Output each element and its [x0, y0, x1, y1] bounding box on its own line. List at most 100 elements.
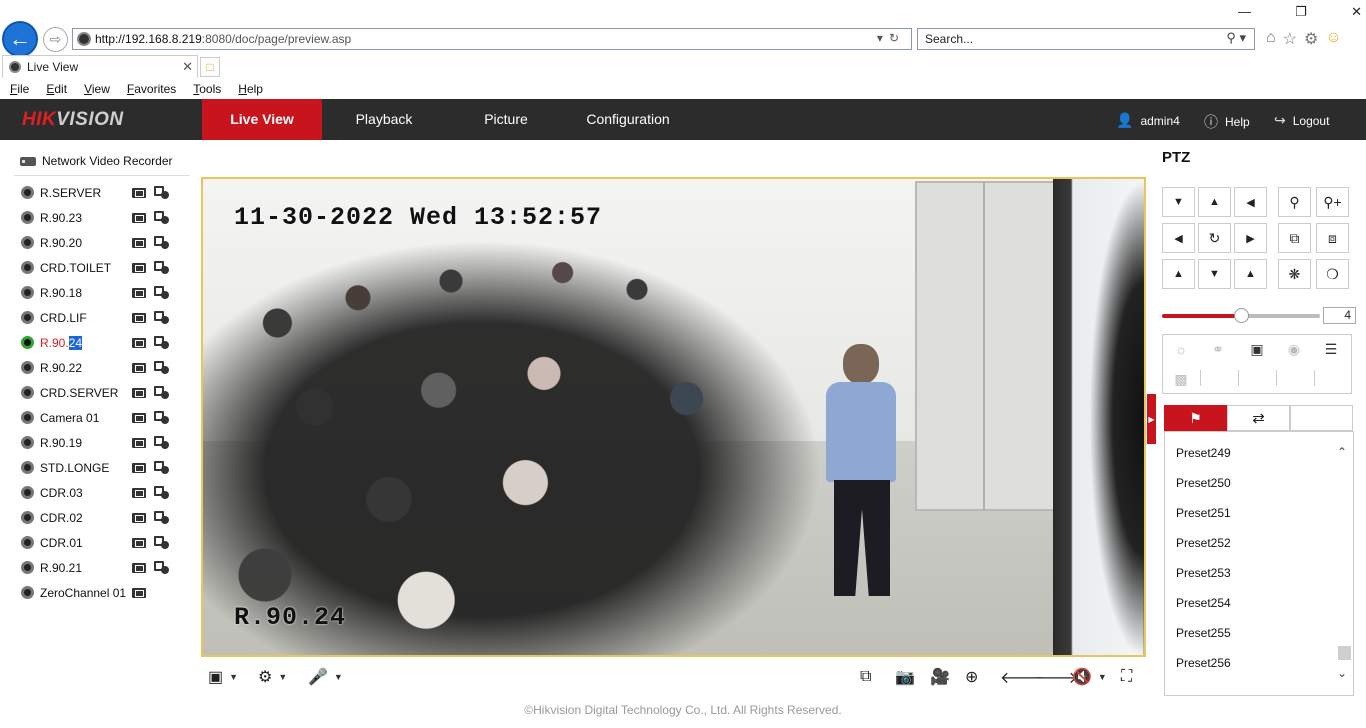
record-channel-icon[interactable]: [132, 212, 146, 223]
stop-all-button[interactable]: ⧉: [860, 667, 871, 687]
preset-item[interactable]: Preset254: [1176, 596, 1231, 610]
stream-settings-icon[interactable]: [154, 235, 170, 250]
camera-row[interactable]: Camera 01: [21, 405, 191, 430]
record-channel-icon[interactable]: [132, 587, 146, 598]
camera-row[interactable]: STD.LONGE: [21, 455, 191, 480]
ptz-up-right-button[interactable]: ◀: [1234, 187, 1267, 217]
record-channel-icon[interactable]: [132, 362, 146, 373]
forward-button[interactable]: ⇨: [43, 27, 68, 52]
camera-row[interactable]: CRD.LIF: [21, 305, 191, 330]
iris-close-button[interactable]: ❍: [1316, 259, 1349, 289]
stream-settings-icon[interactable]: [154, 360, 170, 375]
menu-icon[interactable]: ☰: [1320, 341, 1342, 357]
ptz-left-button[interactable]: ◀: [1162, 223, 1195, 253]
favorites-star-icon[interactable]: ☆: [1283, 29, 1297, 49]
stream-settings-icon[interactable]: [154, 535, 170, 550]
preset-item[interactable]: Preset256: [1176, 656, 1231, 670]
tab-preset[interactable]: ⚑: [1164, 405, 1227, 431]
wiper-icon[interactable]: ⚭: [1207, 341, 1229, 357]
record-channel-icon[interactable]: [132, 487, 146, 498]
minimize-icon[interactable]: —: [1238, 4, 1251, 20]
new-tab-button[interactable]: □: [200, 57, 220, 77]
settings-gear-icon[interactable]: ⚙: [1304, 29, 1318, 49]
menu-view[interactable]: View: [84, 82, 110, 96]
camera-row[interactable]: ZeroChannel 01: [21, 580, 191, 605]
stream-settings-icon[interactable]: [154, 335, 170, 350]
preset-scrollbar-thumb[interactable]: [1338, 646, 1351, 660]
ptz-down-left-button[interactable]: ▲: [1162, 259, 1195, 289]
refresh-icon[interactable]: ▾↻: [877, 31, 905, 45]
menu-tools[interactable]: Tools: [193, 82, 221, 96]
user-menu[interactable]: 👤 admin4: [1116, 112, 1180, 129]
record-channel-icon[interactable]: [132, 262, 146, 273]
camera-row[interactable]: R.90.22: [21, 355, 191, 380]
record-channel-icon[interactable]: [132, 412, 146, 423]
camera-row[interactable]: CDR.03: [21, 480, 191, 505]
preset-item[interactable]: Preset253: [1176, 566, 1231, 580]
camera-row[interactable]: R.90.19: [21, 430, 191, 455]
stream-settings-icon[interactable]: [154, 560, 170, 575]
record-channel-icon[interactable]: [132, 562, 146, 573]
volume-button[interactable]: 🔇 ▼: [1072, 667, 1107, 687]
record-channel-icon[interactable]: [132, 312, 146, 323]
ptz-down-right-button[interactable]: ▲: [1234, 259, 1267, 289]
scroll-up-icon[interactable]: ⌃: [1337, 445, 1347, 459]
speed-value-input[interactable]: 4: [1323, 307, 1356, 324]
stream-settings-icon[interactable]: [154, 435, 170, 450]
camera-row[interactable]: R.90.23: [21, 205, 191, 230]
search-icon[interactable]: ⚲ ▾: [1226, 30, 1246, 46]
stream-settings-icon[interactable]: [154, 510, 170, 525]
stream-settings-icon[interactable]: [154, 485, 170, 500]
menu-help[interactable]: Help: [238, 82, 263, 96]
zoom-in-button[interactable]: ⚲+: [1316, 187, 1349, 217]
ptz-up-left-button[interactable]: ▼: [1162, 187, 1195, 217]
stream-settings-icon[interactable]: [154, 410, 170, 425]
restore-icon[interactable]: ❐: [1295, 4, 1307, 20]
panel-collapse-toggle[interactable]: ▶: [1147, 394, 1156, 444]
auxiliary-focus-icon[interactable]: ▣: [1246, 341, 1268, 357]
tab-pattern[interactable]: [1290, 405, 1353, 431]
window-layout-button[interactable]: ▣ ▼: [208, 667, 238, 687]
tab-live-view[interactable]: Live View: [202, 99, 322, 140]
manual-tracking-icon[interactable]: ▩: [1170, 371, 1192, 387]
camera-row[interactable]: CRD.SERVER: [21, 380, 191, 405]
focus-near-button[interactable]: ⧉: [1278, 223, 1311, 253]
ptz-auto-button[interactable]: ↻: [1198, 223, 1231, 253]
record-channel-icon[interactable]: [132, 537, 146, 548]
address-bar[interactable]: http://192.168.8.219:8080/doc/page/previ…: [72, 28, 912, 50]
back-button[interactable]: ←: [2, 21, 38, 57]
live-video-window[interactable]: 11-30-2022 Wed 13:52:57 R.90.24: [201, 177, 1146, 657]
stream-settings-icon[interactable]: [154, 460, 170, 475]
zoom-out-button[interactable]: ⚲: [1278, 187, 1311, 217]
record-button[interactable]: 🎥: [930, 667, 950, 687]
stream-settings-icon[interactable]: [154, 210, 170, 225]
browser-tab[interactable]: Live View ✕: [2, 55, 198, 78]
preset-item[interactable]: Preset252: [1176, 536, 1231, 550]
iris-open-button[interactable]: ❋: [1278, 259, 1311, 289]
menu-file[interactable]: File: [10, 82, 29, 96]
camera-row[interactable]: CRD.TOILET: [21, 255, 191, 280]
preset-item[interactable]: Preset250: [1176, 476, 1231, 490]
camera-row[interactable]: CDR.01: [21, 530, 191, 555]
record-channel-icon[interactable]: [132, 437, 146, 448]
camera-row[interactable]: R.90.18: [21, 280, 191, 305]
speed-slider-handle[interactable]: [1234, 308, 1249, 323]
stream-settings-icon[interactable]: [154, 285, 170, 300]
close-icon[interactable]: ✕: [1351, 4, 1362, 20]
tab-configuration[interactable]: Configuration: [568, 99, 688, 140]
camera-row[interactable]: R.SERVER: [21, 180, 191, 205]
tab-picture[interactable]: Picture: [446, 99, 566, 140]
stream-settings-icon[interactable]: [154, 310, 170, 325]
capture-button[interactable]: 📷: [895, 667, 915, 687]
digital-zoom-button[interactable]: ⊕: [965, 667, 978, 687]
ptz-up-button[interactable]: ▲: [1198, 187, 1231, 217]
stream-settings-icon[interactable]: [154, 385, 170, 400]
camera-row[interactable]: R.90.24: [21, 330, 191, 355]
preset-item[interactable]: Preset255: [1176, 626, 1231, 640]
tree-root-nvr[interactable]: Network Video Recorder: [20, 154, 173, 168]
tab-playback[interactable]: Playback: [324, 99, 444, 140]
ptz-down-button[interactable]: ▼: [1198, 259, 1231, 289]
logout-button[interactable]: ↪ Logout: [1274, 112, 1329, 129]
stream-type-button[interactable]: ⚙ ▼: [258, 667, 287, 687]
lens-init-icon[interactable]: ◉: [1283, 341, 1305, 357]
